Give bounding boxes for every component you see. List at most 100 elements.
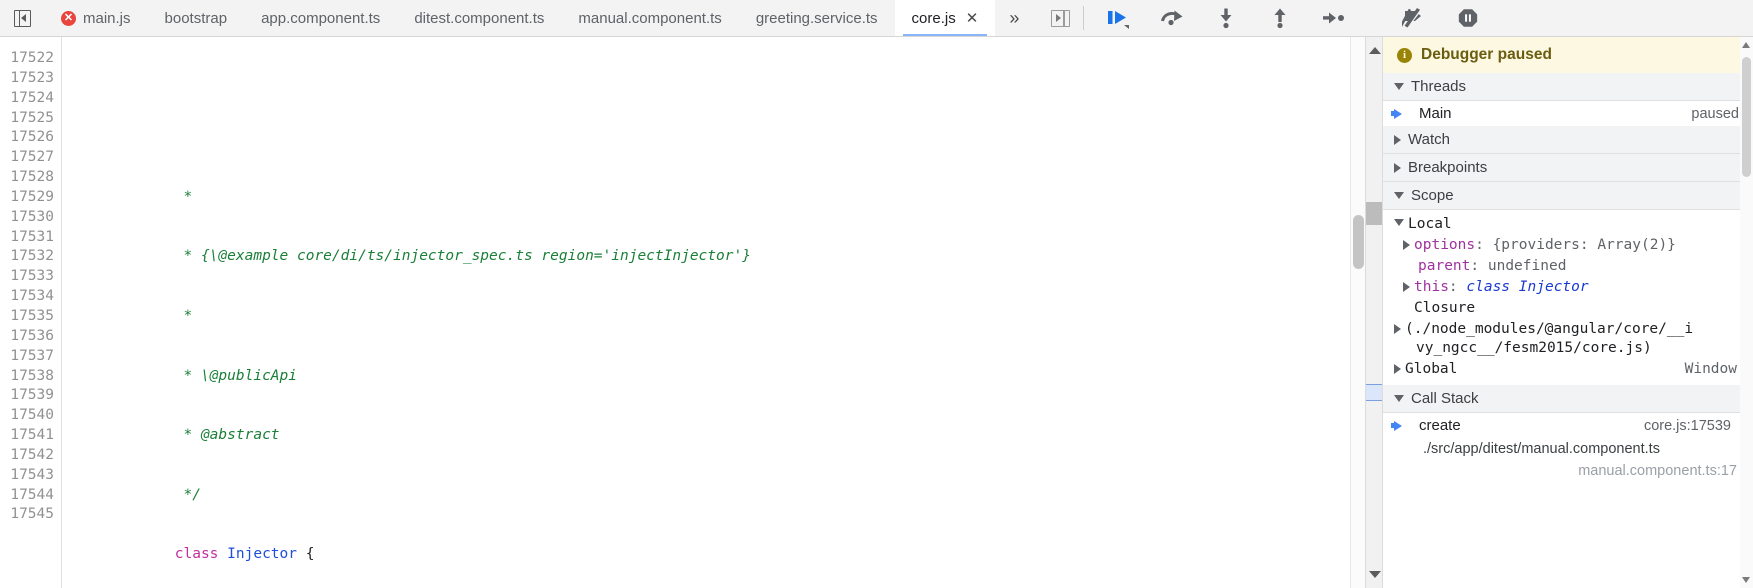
scope-tree: Local options: {providers: Array(2)} par… [1383, 210, 1753, 382]
scope-entry-parent[interactable]: parent: undefined [1383, 256, 1753, 277]
section-header-call-stack[interactable]: Call Stack [1383, 385, 1753, 413]
chevron-right-icon [1394, 364, 1401, 374]
chevron-down-icon [1394, 83, 1404, 90]
code-line-17525[interactable]: * \@publicApi [70, 347, 1365, 384]
current-frame-arrow-icon [1391, 420, 1402, 431]
step-icon [1323, 12, 1345, 24]
rail-marker[interactable] [1366, 202, 1382, 225]
tab-app-component-ts[interactable]: app.component.ts [244, 0, 397, 36]
tab-manual-component-ts[interactable]: manual.component.ts [561, 0, 738, 36]
line-number[interactable]: 17531 [0, 228, 54, 248]
line-number[interactable]: 17540 [0, 406, 54, 426]
line-number[interactable]: 17534 [0, 287, 54, 307]
scroll-up-icon[interactable] [1742, 42, 1750, 48]
scroll-down-icon[interactable] [1742, 577, 1750, 583]
tab-core-js[interactable]: core.js ✕ [894, 0, 996, 36]
pause-on-exceptions-icon [1459, 9, 1478, 27]
step-into-icon [1220, 8, 1232, 29]
scope-group-local[interactable]: Local [1383, 214, 1753, 235]
more-tabs-button[interactable]: » [995, 0, 1031, 36]
scroll-up-icon[interactable] [1369, 47, 1381, 54]
scroll-down-icon[interactable] [1369, 571, 1381, 578]
tab-label: core.js [911, 9, 956, 27]
toggle-debugger-panel-button[interactable] [1037, 0, 1083, 36]
closure-label: Closure [1414, 300, 1476, 316]
line-number[interactable]: 17538 [0, 367, 54, 387]
tab-ditest-component-ts[interactable]: ditest.component.ts [397, 0, 561, 36]
line-number[interactable]: 17539 [0, 386, 54, 406]
error-icon: ✕ [61, 10, 76, 26]
step-out-icon [1274, 8, 1286, 29]
toggle-navigator-panel-button[interactable] [0, 0, 44, 36]
line-number[interactable]: 17537 [0, 347, 54, 367]
line-number[interactable]: 17524 [0, 89, 54, 109]
step-into-button[interactable] [1206, 0, 1246, 36]
debugger-pane-scrollbar-thumb[interactable] [1742, 57, 1751, 177]
tab-bootstrap[interactable]: bootstrap [148, 0, 245, 36]
closure-path-line1: (./node_modules/@angular/core/__i [1405, 321, 1694, 337]
call-stack-frame-create[interactable]: create core.js:17539 [1383, 413, 1753, 438]
chevron-right-icon [1403, 240, 1410, 250]
close-icon[interactable]: ✕ [966, 11, 979, 26]
line-number[interactable]: 17528 [0, 168, 54, 188]
scope-group-global[interactable]: Global Window [1383, 359, 1753, 380]
line-number[interactable]: 17543 [0, 466, 54, 486]
editor-scrollbar-thumb[interactable] [1353, 215, 1364, 269]
debugger-toolbar [1090, 0, 1488, 36]
line-number[interactable]: 17522 [0, 49, 54, 69]
line-number[interactable]: 17536 [0, 327, 54, 347]
call-stack-frame-file[interactable]: ./src/app/ditest/manual.component.ts [1383, 438, 1753, 460]
code-line-17528[interactable]: class Injector { [70, 525, 1365, 562]
code-lines[interactable]: * * * {\@example core/di/ts/injector_spe… [62, 37, 1365, 588]
rail-marker-current-line[interactable] [1366, 384, 1382, 401]
tab-greeting-service-ts[interactable]: greeting.service.ts [739, 0, 895, 36]
code-line-17524[interactable]: * [70, 287, 1365, 324]
source-code-editor[interactable]: 17522 17523 17524 17525 17526 17527 1752… [0, 37, 1365, 588]
step-out-button[interactable] [1260, 0, 1300, 36]
line-number[interactable]: 17527 [0, 148, 54, 168]
line-number[interactable]: 17532 [0, 247, 54, 267]
code-keyword: class [174, 546, 219, 563]
editor-scrollbar[interactable] [1350, 37, 1365, 588]
pause-on-exceptions-button[interactable] [1448, 0, 1488, 36]
global-value: Window [1684, 361, 1737, 377]
section-header-scope[interactable]: Scope [1383, 182, 1753, 210]
line-number[interactable]: 17533 [0, 267, 54, 287]
thread-item-main[interactable]: Main paused [1383, 101, 1753, 126]
scope-group-closure-path[interactable]: (./node_modules/@angular/core/__i vy_ngc… [1383, 319, 1753, 359]
line-number[interactable]: 17530 [0, 208, 54, 228]
tab-main-js[interactable]: ✕ main.js [44, 0, 148, 36]
code-line-partial: * [70, 100, 1365, 109]
code-text: * {\@example core/di/ts/injector_spec.ts… [174, 248, 751, 265]
line-number[interactable]: 17525 [0, 109, 54, 129]
section-header-threads[interactable]: Threads [1383, 73, 1753, 101]
property-name: options [1414, 237, 1476, 253]
code-text: * \@publicApi [174, 367, 297, 384]
debugger-pane-scrollbar[interactable] [1740, 37, 1753, 588]
line-number[interactable]: 17541 [0, 426, 54, 446]
line-number[interactable]: 17544 [0, 486, 54, 506]
editor-tabs: ✕ main.js bootstrap app.component.ts dit… [44, 0, 1031, 36]
scope-entry-this[interactable]: this: class Injector [1383, 277, 1753, 298]
section-header-breakpoints[interactable]: Breakpoints [1383, 154, 1753, 182]
line-number[interactable]: 17526 [0, 128, 54, 148]
line-number[interactable]: 17542 [0, 446, 54, 466]
step-button[interactable] [1314, 0, 1354, 36]
scope-entry-options[interactable]: options: {providers: Array(2)} [1383, 235, 1753, 256]
resume-script-execution-button[interactable] [1098, 0, 1138, 36]
code-line-17527[interactable]: */ [70, 466, 1365, 503]
step-over-button[interactable] [1152, 0, 1192, 36]
line-number[interactable]: 17535 [0, 307, 54, 327]
line-number[interactable]: 17529 [0, 188, 54, 208]
code-line-17522[interactable]: * [70, 168, 1365, 205]
tab-label: main.js [83, 9, 131, 27]
panel-left-collapse-icon [13, 9, 31, 27]
line-number[interactable]: 17523 [0, 69, 54, 89]
editor-overview-rail[interactable] [1365, 37, 1383, 588]
code-line-17526[interactable]: * @abstract [70, 406, 1365, 443]
deactivate-breakpoints-button[interactable] [1394, 0, 1434, 36]
debugger-sidebar: i Debugger paused Threads Main paused Wa… [1383, 37, 1753, 588]
line-number[interactable]: 17545 [0, 505, 54, 525]
section-header-watch[interactable]: Watch [1383, 126, 1753, 154]
code-line-17523[interactable]: * {\@example core/di/ts/injector_spec.ts… [70, 228, 1365, 264]
